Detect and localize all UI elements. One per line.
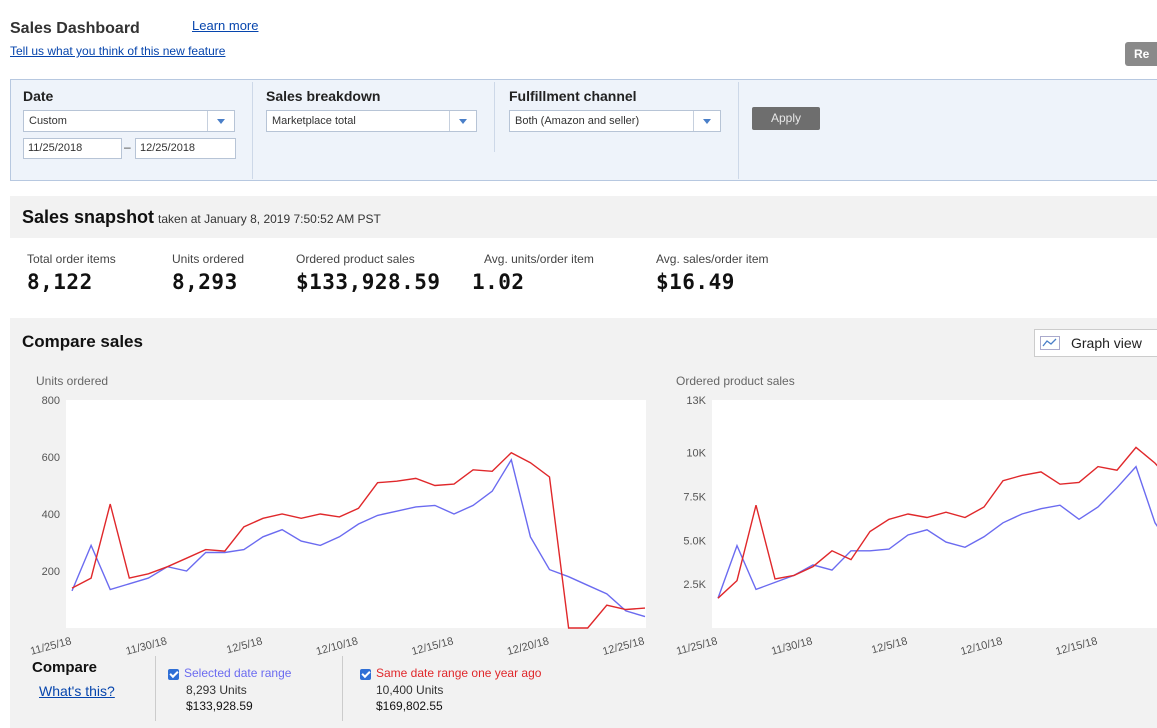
snapshot-title: Sales snapshot taken at January 8, 2019 7… [22, 207, 381, 228]
x-tick-label: 11/30/18 [125, 635, 169, 657]
snapshot-timestamp: taken at January 8, 2019 7:50:52 AM PST [158, 212, 381, 226]
metric-label: Total order items [27, 252, 116, 266]
feedback-link[interactable]: Tell us what you think of this new featu… [10, 44, 225, 58]
x-tick-label: 12/25/18 [601, 635, 645, 658]
x-tick-label: 12/15/18 [1054, 635, 1098, 658]
apply-button[interactable]: Apply [752, 107, 820, 130]
y-tick-label: 7.5K [683, 491, 706, 503]
breakdown-select-value: Marketplace total [272, 115, 356, 127]
units-ordered-chart: Units ordered 200 400 600 800 11/25/18 11/30/1… [29, 374, 646, 658]
channel-select-value: Both (Amazon and seller) [515, 115, 640, 127]
y-tick-label: 600 [42, 452, 60, 464]
ordered-product-sales-chart: Ordered product sales 2.5K 5.0K 7.5K 10K 13K 1… [675, 374, 1157, 658]
date-range-separator: – [124, 140, 131, 154]
divider [155, 656, 156, 721]
sales-breakdown-label: Sales breakdown [266, 88, 381, 104]
fulfillment-channel-label: Fulfillment channel [509, 88, 637, 104]
divider [738, 82, 739, 179]
compare-label: Compare [32, 659, 98, 676]
year-ago-units: 10,400 Units [376, 683, 444, 697]
metric-label: Ordered product sales [296, 252, 415, 266]
snapshot-title-text: Sales snapshot [22, 207, 155, 227]
metric-label: Units ordered [172, 252, 245, 266]
fulfillment-channel-select[interactable]: Both (Amazon and seller) [509, 110, 721, 132]
y-tick-label: 2.5K [683, 579, 706, 591]
x-tick-label: 12/10/18 [315, 635, 359, 658]
date-to-field[interactable]: 12/25/2018 [135, 138, 236, 159]
compare-sales-title: Compare sales [22, 332, 143, 351]
x-tick-label: 11/25/18 [675, 635, 719, 657]
line-chart-icon [1040, 336, 1060, 350]
year-ago-checkbox[interactable] [360, 668, 371, 680]
metric-value: $133,928.59 [296, 270, 441, 294]
x-tick-label: 12/5/18 [870, 635, 909, 656]
year-ago-sales: $169,802.55 [376, 699, 443, 713]
x-tick-label: 12/10/18 [959, 635, 1003, 658]
plot-area [66, 400, 646, 628]
chevron-down-icon [207, 111, 234, 131]
y-tick-label: 5.0K [683, 535, 706, 547]
x-tick-label: 11/30/18 [770, 635, 814, 657]
divider [494, 82, 495, 152]
selected-range-label: Selected date range [184, 666, 292, 680]
metric-label: Avg. sales/order item [656, 252, 769, 266]
chevron-down-icon [449, 111, 476, 131]
plot-area [712, 400, 1157, 628]
learn-more-link[interactable]: Learn more [192, 18, 258, 33]
x-tick-label: 12/15/18 [410, 635, 454, 658]
metric-value: 8,293 [172, 270, 238, 294]
selected-range-sales: $133,928.59 [186, 699, 253, 713]
x-tick-label: 11/25/18 [29, 635, 73, 657]
divider [252, 82, 253, 179]
metric-value: 8,122 [27, 270, 93, 294]
x-tick-label: 12/20/18 [506, 635, 550, 658]
divider [342, 656, 343, 721]
reset-button[interactable]: Re [1125, 42, 1157, 66]
page-title: Sales Dashboard [10, 20, 140, 37]
date-from-field[interactable]: 11/25/2018 [23, 138, 122, 159]
metric-value: $16.49 [656, 270, 735, 294]
date-range-select[interactable]: Custom [23, 110, 235, 132]
whats-this-link[interactable]: What's this? [39, 683, 115, 699]
chart-title: Units ordered [36, 374, 108, 388]
selected-range-checkbox[interactable] [168, 668, 179, 680]
date-label: Date [23, 88, 54, 104]
metric-value: 1.02 [472, 270, 525, 294]
y-tick-label: 800 [42, 395, 60, 407]
y-tick-label: 200 [42, 566, 60, 578]
y-tick-label: 10K [686, 448, 706, 460]
date-select-value: Custom [29, 115, 67, 127]
y-tick-label: 13K [686, 395, 706, 407]
x-tick-label: 12/5/18 [225, 635, 264, 656]
metric-label: Avg. units/order item [484, 252, 594, 266]
selected-range-units: 8,293 Units [186, 683, 247, 697]
sales-breakdown-select[interactable]: Marketplace total [266, 110, 477, 132]
chevron-down-icon [693, 111, 720, 131]
year-ago-label: Same date range one year ago [376, 666, 542, 680]
chart-title: Ordered product sales [676, 374, 795, 388]
y-tick-label: 400 [42, 509, 60, 521]
